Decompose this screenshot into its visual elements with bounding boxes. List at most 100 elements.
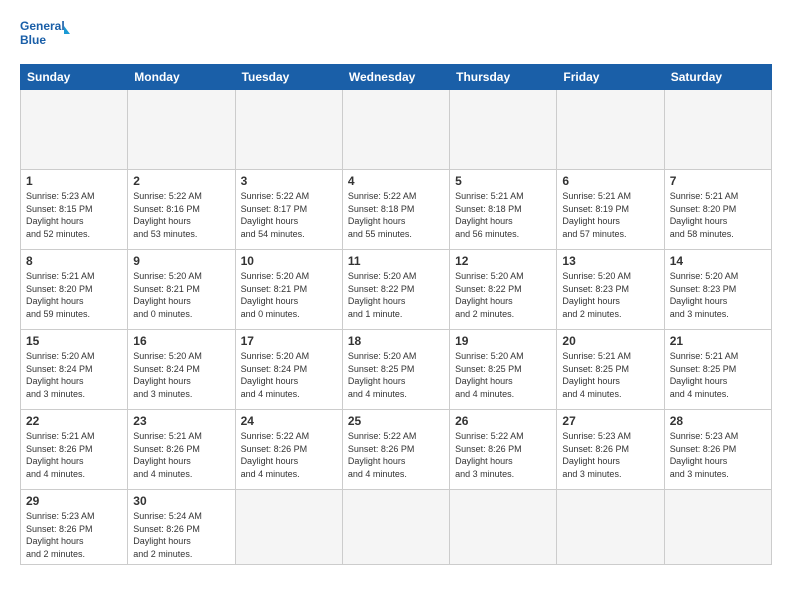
daylight-label: Daylight hours — [455, 216, 513, 226]
daylight-label: Daylight hours — [455, 296, 513, 306]
calendar-cell: 14Sunrise: 5:20 AMSunset: 8:23 PMDayligh… — [664, 250, 771, 330]
daylight-duration: and 4 minutes. — [241, 469, 300, 479]
calendar-cell: 19Sunrise: 5:20 AMSunset: 8:25 PMDayligh… — [450, 330, 557, 410]
sunset-text: Sunset: 8:15 PM — [26, 204, 93, 214]
sunrise-text: Sunrise: 5:20 AM — [455, 271, 524, 281]
day-number: 28 — [670, 414, 766, 428]
day-info: Sunrise: 5:20 AMSunset: 8:24 PMDaylight … — [133, 350, 229, 400]
day-number: 3 — [241, 174, 337, 188]
calendar-cell: 8Sunrise: 5:21 AMSunset: 8:20 PMDaylight… — [21, 250, 128, 330]
calendar-cell: 25Sunrise: 5:22 AMSunset: 8:26 PMDayligh… — [342, 410, 449, 490]
daylight-label: Daylight hours — [455, 376, 513, 386]
day-number: 25 — [348, 414, 444, 428]
calendar-cell: 11Sunrise: 5:20 AMSunset: 8:22 PMDayligh… — [342, 250, 449, 330]
daylight-duration: and 55 minutes. — [348, 229, 412, 239]
daylight-label: Daylight hours — [670, 296, 728, 306]
sunset-text: Sunset: 8:26 PM — [26, 444, 93, 454]
daylight-label: Daylight hours — [26, 456, 84, 466]
daylight-label: Daylight hours — [133, 216, 191, 226]
sunrise-text: Sunrise: 5:21 AM — [670, 351, 739, 361]
day-info: Sunrise: 5:21 AMSunset: 8:20 PMDaylight … — [26, 270, 122, 320]
sunrise-text: Sunrise: 5:20 AM — [348, 271, 417, 281]
calendar-cell: 22Sunrise: 5:21 AMSunset: 8:26 PMDayligh… — [21, 410, 128, 490]
calendar-cell — [557, 490, 664, 565]
page: General Blue Sunday Monday Tuesday Wedne… — [0, 0, 792, 612]
daylight-label: Daylight hours — [26, 536, 84, 546]
sunset-text: Sunset: 8:25 PM — [670, 364, 737, 374]
day-info: Sunrise: 5:20 AMSunset: 8:23 PMDaylight … — [562, 270, 658, 320]
col-friday: Friday — [557, 65, 664, 90]
calendar-cell: 18 Sunrise: 5:20 AMSunset: 8:25 PMDayligh… — [342, 330, 449, 410]
svg-text:Blue: Blue — [20, 33, 46, 47]
sunset-text: Sunset: 8:26 PM — [670, 444, 737, 454]
calendar-header-row: Sunday Monday Tuesday Wednesday Thursday… — [21, 65, 772, 90]
sunset-text: Sunset: 8:20 PM — [670, 204, 737, 214]
sunrise-text: Sunrise: 5:21 AM — [562, 351, 631, 361]
sunrise-text: Sunrise: 5:22 AM — [241, 191, 310, 201]
header: General Blue — [20, 16, 772, 54]
daylight-duration: and 57 minutes. — [562, 229, 626, 239]
day-info: Sunrise: 5:20 AMSunset: 8:21 PMDaylight … — [241, 270, 337, 320]
calendar-cell: 20Sunrise: 5:21 AMSunset: 8:25 PMDayligh… — [557, 330, 664, 410]
daylight-duration: and 0 minutes. — [133, 309, 192, 319]
daylight-duration: and 4 minutes. — [455, 389, 514, 399]
day-number: 26 — [455, 414, 551, 428]
sunrise-text: Sunrise: 5:21 AM — [26, 431, 95, 441]
sunrise-text: Sunrise: 5:22 AM — [348, 191, 417, 201]
daylight-label: Daylight hours — [670, 456, 728, 466]
daylight-duration: and 2 minutes. — [455, 309, 514, 319]
day-number: 18 — [348, 334, 444, 348]
day-info: Sunrise: 5:23 AM Sunset: 8:26 PM Daylight … — [670, 430, 766, 480]
svg-text:General: General — [20, 19, 65, 33]
sunset-text: Sunset: 8:19 PM — [562, 204, 629, 214]
day-number: 23 — [133, 414, 229, 428]
daylight-duration: and 4 minutes. — [562, 389, 621, 399]
sunrise-text: Sunrise: 5:22 AM — [348, 431, 417, 441]
daylight-label: Daylight hours — [348, 456, 406, 466]
sunrise-text: Sunrise: 5:21 AM — [133, 431, 202, 441]
calendar-cell: 4Sunrise: 5:22 AMSunset: 8:18 PMDaylight… — [342, 170, 449, 250]
day-info: Sunrise: 5:22 AMSunset: 8:16 PMDaylight … — [133, 190, 229, 240]
sunrise-text: Sunrise: 5:21 AM — [26, 271, 95, 281]
daylight-label: Daylight hours — [133, 536, 191, 546]
daylight-duration: and 4 minutes. — [26, 469, 85, 479]
col-tuesday: Tuesday — [235, 65, 342, 90]
day-info: Sunrise: 5:20 AMSunset: 8:24 PMDaylight … — [26, 350, 122, 400]
day-info: Sunrise: 5:21 AMSunset: 8:20 PMDaylight … — [670, 190, 766, 240]
day-info: Sunrise: 5:20 AMSunset: 8:25 PMDaylight … — [348, 350, 444, 400]
calendar-cell — [128, 90, 235, 170]
daylight-duration: and 52 minutes. — [26, 229, 90, 239]
day-info: Sunrise: 5:21 AMSunset: 8:26 PMDaylight … — [133, 430, 229, 480]
sunrise-text: Sunrise: 5:21 AM — [455, 191, 524, 201]
sunrise-text: Sunrise: 5:22 AM — [133, 191, 202, 201]
daylight-duration: and 58 minutes. — [670, 229, 734, 239]
calendar-cell: 6Sunrise: 5:21 AMSunset: 8:19 PMDaylight… — [557, 170, 664, 250]
calendar-cell — [342, 90, 449, 170]
daylight-duration: and 3 minutes. — [455, 469, 514, 479]
calendar-cell: 26Sunrise: 5:22 AMSunset: 8:26 PMDayligh… — [450, 410, 557, 490]
calendar-cell: 12Sunrise: 5:20 AMSunset: 8:22 PMDayligh… — [450, 250, 557, 330]
sunrise-text: Sunrise: 5:20 AM — [26, 351, 95, 361]
calendar-cell: 27Sunrise: 5:23 AMSunset: 8:26 PMDayligh… — [557, 410, 664, 490]
calendar-cell: 21Sunrise: 5:21 AMSunset: 8:25 PMDayligh… — [664, 330, 771, 410]
day-number: 1 — [26, 174, 122, 188]
day-number: 11 — [348, 254, 444, 268]
daylight-label: Daylight hours — [241, 216, 299, 226]
day-info: Sunrise: 5:23 AMSunset: 8:26 PMDaylight … — [26, 510, 122, 560]
sunset-text: Sunset: 8:21 PM — [241, 284, 308, 294]
col-thursday: Thursday — [450, 65, 557, 90]
calendar-cell: 29Sunrise: 5:23 AMSunset: 8:26 PMDayligh… — [21, 490, 128, 565]
day-number: 21 — [670, 334, 766, 348]
day-number: 16 — [133, 334, 229, 348]
sunset-text: Sunset: 8:23 PM — [562, 284, 629, 294]
calendar: Sunday Monday Tuesday Wednesday Thursday… — [20, 64, 772, 565]
daylight-duration: and 2 minutes. — [562, 309, 621, 319]
sunrise-text: Sunrise: 5:23 AM — [670, 431, 739, 441]
sunset-text: Sunset: 8:26 PM — [562, 444, 629, 454]
daylight-duration: and 3 minutes. — [562, 469, 621, 479]
daylight-duration: and 3 minutes. — [133, 389, 192, 399]
sunset-text: Sunset: 8:25 PM — [562, 364, 629, 374]
daylight-duration: and 3 minutes. — [670, 309, 729, 319]
sunrise-text: Sunrise: 5:20 AM — [562, 271, 631, 281]
sunrise-text: Sunrise: 5:20 AM — [455, 351, 524, 361]
